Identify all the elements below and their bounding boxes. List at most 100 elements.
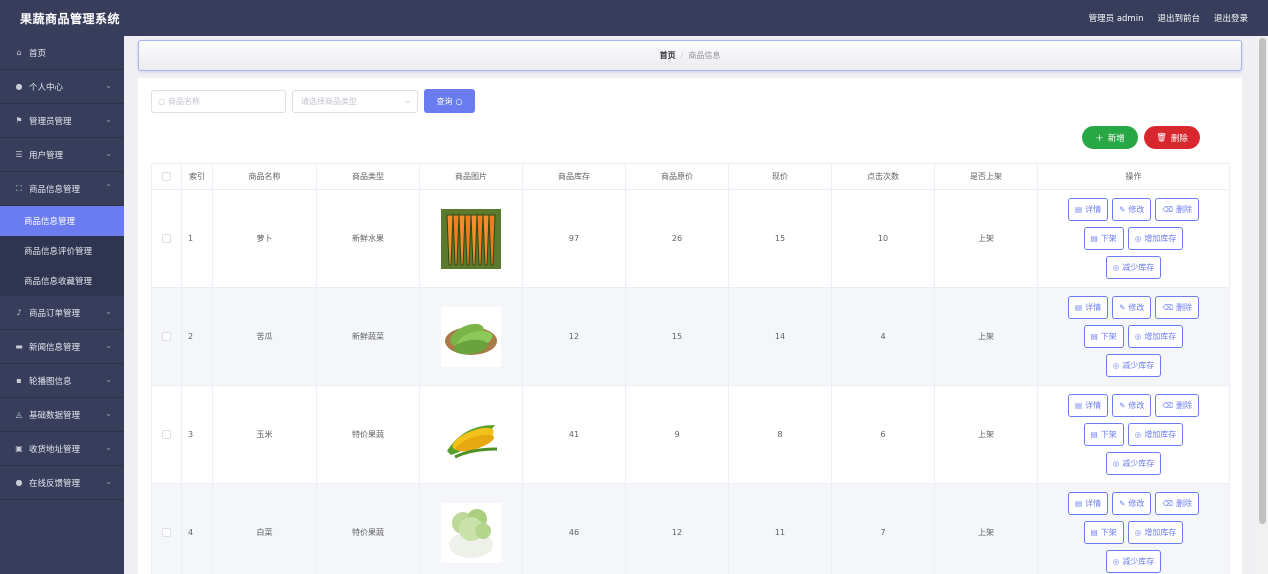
reduce-stock-button-label: 减少库存 [1122, 459, 1155, 468]
edit-button[interactable]: ✎ 修改 [1112, 198, 1152, 221]
row-checkbox[interactable] [162, 528, 171, 537]
row-delete-button[interactable]: ⌫ 删除 [1155, 296, 1199, 319]
sidebar-item-user-management[interactable]: ☰ 用户管理 ⌄ [0, 138, 124, 172]
edit-button[interactable]: ✎ 修改 [1112, 394, 1152, 417]
edit-icon: ✎ [1119, 499, 1126, 508]
row-current-price: 14 [728, 287, 832, 386]
row-checkbox[interactable] [162, 430, 171, 439]
add-stock-button[interactable]: ◎ 增加库存 [1127, 227, 1184, 250]
chevron-down-icon: ⌄ [105, 443, 112, 452]
row-original-price: 26 [625, 189, 729, 288]
reduce-stock-button-label: 减少库存 [1122, 361, 1155, 370]
row-operations: ▤ 详情 ✎ 修改 ⌫ 删除 ▤ 下架 ◎ 增加库存 ◎ 减少库存 [1037, 189, 1230, 288]
chevron-down-icon: ⌄ [105, 115, 112, 124]
detail-button[interactable]: ▤ 详情 [1068, 492, 1109, 515]
offshelf-button[interactable]: ▤ 下架 [1083, 423, 1124, 446]
sidebar-item-basic-data[interactable]: ◬ 基础数据管理 ⌄ [0, 398, 124, 432]
add-stock-button-label: 增加库存 [1144, 332, 1177, 341]
sidebar-subitem-product-info[interactable]: 商品信息管理 [0, 206, 124, 236]
select-all-header[interactable] [151, 163, 182, 190]
chevron-down-icon: ⌄ [105, 307, 112, 316]
row-clicks: 10 [831, 189, 935, 288]
edit-button[interactable]: ✎ 修改 [1112, 296, 1152, 319]
search-placeholder: 商品名称 [167, 97, 200, 106]
row-product-image-cell [419, 385, 523, 484]
column-header: 商品库存 [522, 163, 626, 190]
row-select-cell[interactable] [151, 385, 182, 484]
product-image-bitter-gourd [441, 306, 501, 367]
sidebar-item-home[interactable]: ⌂ 首页 [0, 36, 124, 70]
row-checkbox[interactable] [162, 234, 171, 243]
edit-button-label: 修改 [1128, 303, 1145, 312]
sidebar-subitem-product-favorites[interactable]: 商品信息收藏管理 [0, 266, 124, 296]
product-type-select[interactable]: 请选择商品类型 ⌄ [292, 90, 418, 113]
reduce-stock-button[interactable]: ◎ 减少库存 [1105, 354, 1162, 377]
sidebar-item-personal-center[interactable]: ● 个人中心 ⌄ [0, 70, 124, 104]
offshelf-button[interactable]: ▤ 下架 [1083, 325, 1124, 348]
page-scrollbar[interactable] [1257, 36, 1268, 574]
sidebar-subitem-product-review[interactable]: 商品信息评价管理 [0, 236, 124, 266]
add-stock-button[interactable]: ◎ 增加库存 [1127, 325, 1184, 348]
batch-delete-button[interactable]: 🗑 删除 [1144, 126, 1200, 149]
detail-button-label: 详情 [1085, 499, 1102, 508]
detail-button[interactable]: ▤ 详情 [1068, 394, 1109, 417]
query-button[interactable]: 查询 ○ [424, 89, 475, 113]
trash-icon: ⌫ [1162, 499, 1173, 508]
document-icon: ▤ [1090, 528, 1098, 537]
delete-button-label: 删除 [1176, 205, 1192, 214]
row-shelf-status: 上架 [934, 189, 1038, 288]
clipboard-icon: ▣ [15, 444, 23, 453]
row-select-cell[interactable] [151, 287, 182, 386]
row-delete-button[interactable]: ⌫ 删除 [1155, 492, 1199, 515]
breadcrumb-current: 商品信息 [688, 51, 721, 60]
sidebar-item-carousel[interactable]: ▪ 轮播图信息 ⌄ [0, 364, 124, 398]
add-stock-button[interactable]: ◎ 增加库存 [1127, 521, 1184, 544]
breadcrumb-home[interactable]: 首页 [660, 50, 676, 61]
offshelf-button-label: 下架 [1100, 528, 1117, 537]
scrollbar-thumb[interactable] [1259, 38, 1266, 524]
row-select-cell[interactable] [151, 483, 182, 574]
chevron-down-icon: ⌄ [404, 96, 411, 105]
row-checkbox[interactable] [162, 332, 171, 341]
chevron-down-icon: ⌄ [105, 375, 112, 384]
sidebar-item-product-info-management[interactable]: ⛶ 商品信息管理 ⌃ [0, 172, 124, 206]
detail-button[interactable]: ▤ 详情 [1068, 198, 1109, 221]
location-icon: ◎ [1134, 234, 1142, 243]
edit-button[interactable]: ✎ 修改 [1112, 492, 1152, 515]
row-clicks: 4 [831, 287, 935, 386]
search-icon: ○ [455, 96, 463, 106]
sidebar-item-feedback-management[interactable]: ● 在线反馈管理 ⌄ [0, 466, 124, 500]
logout-link[interactable]: 退出登录 [1214, 12, 1248, 24]
reduce-stock-button[interactable]: ◎ 减少库存 [1105, 452, 1162, 475]
reduce-stock-button[interactable]: ◎ 减少库存 [1105, 256, 1162, 279]
row-select-cell[interactable] [151, 189, 182, 288]
add-button-label: 新增 [1107, 133, 1125, 144]
exit-to-frontend-link[interactable]: 退出到前台 [1157, 12, 1200, 24]
top-links: 管理员 admin 退出到前台 退出登录 [1089, 12, 1248, 24]
sliders-icon: ☰ [15, 150, 23, 159]
sidebar-item-order-management[interactable]: ♪ 商品订单管理 ⌄ [0, 296, 124, 330]
sidebar-item-news-management[interactable]: ▬ 新闻信息管理 ⌄ [0, 330, 124, 364]
row-index: 2 [181, 287, 213, 386]
document-icon: ▤ [1075, 303, 1083, 312]
add-button[interactable]: ＋ 新增 [1082, 126, 1138, 149]
offshelf-button[interactable]: ▤ 下架 [1083, 227, 1124, 250]
reduce-stock-button-label: 减少库存 [1122, 557, 1155, 566]
offshelf-button[interactable]: ▤ 下架 [1083, 521, 1124, 544]
detail-button[interactable]: ▤ 详情 [1068, 296, 1109, 319]
row-delete-button[interactable]: ⌫ 删除 [1155, 394, 1199, 417]
row-shelf-status: 上架 [934, 385, 1038, 484]
sidebar-item-label: 收货地址管理 [29, 444, 81, 455]
edit-button-label: 修改 [1128, 401, 1145, 410]
product-name-search-input[interactable]: ○ 商品名称 [151, 90, 286, 113]
row-delete-button[interactable]: ⌫ 删除 [1155, 198, 1199, 221]
sidebar-item-admin-management[interactable]: ⚑ 管理员管理 ⌄ [0, 104, 124, 138]
chevron-down-icon: ⌄ [105, 81, 112, 90]
trash-icon: ⌫ [1162, 401, 1173, 410]
add-stock-button[interactable]: ◎ 增加库存 [1127, 423, 1184, 446]
select-all-checkbox[interactable] [162, 172, 171, 181]
reduce-stock-button[interactable]: ◎ 减少库存 [1105, 550, 1162, 573]
edit-icon: ✎ [1119, 303, 1126, 312]
sidebar-item-address-management[interactable]: ▣ 收货地址管理 ⌄ [0, 432, 124, 466]
admin-user-link[interactable]: 管理员 admin [1089, 12, 1144, 24]
